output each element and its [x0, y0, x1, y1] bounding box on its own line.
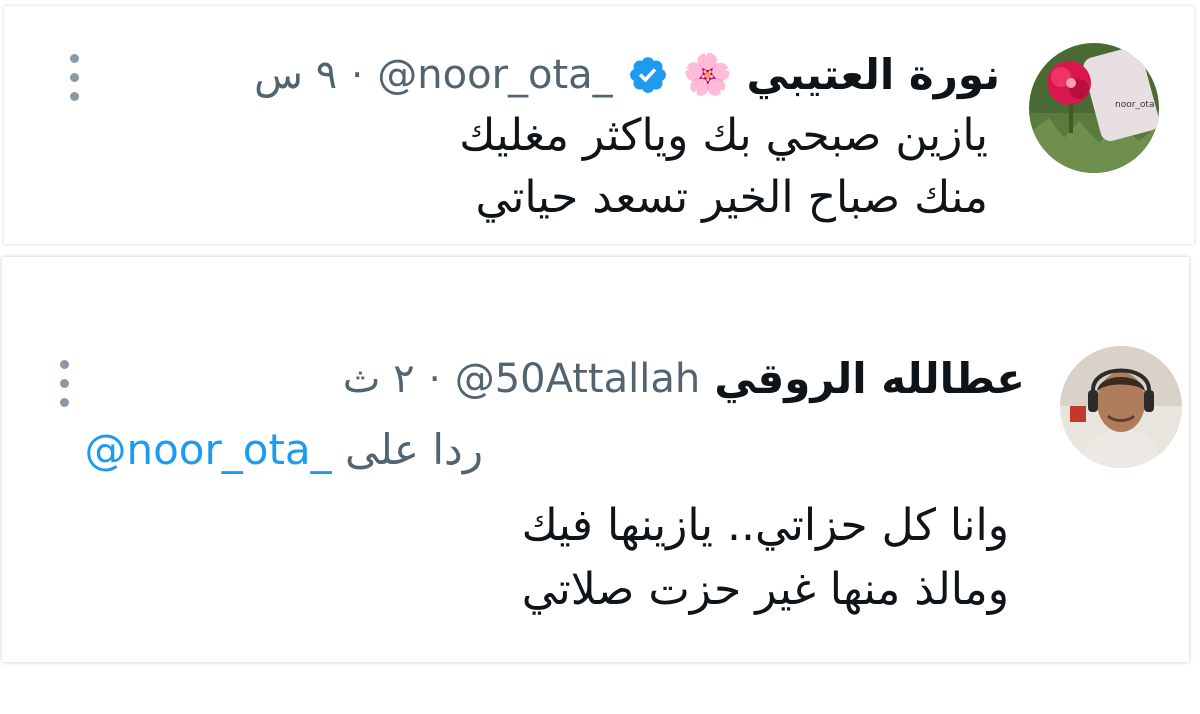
tweet-header: نورة العتيبي 🌸 @noor_ota_ · ٩ س — [254, 50, 1000, 99]
tweet-text-line: يازين صبحي بك وياكثر مغليك — [459, 110, 988, 161]
avatar[interactable]: noor_ota — [1029, 43, 1159, 173]
tweet-timestamp[interactable]: ٢ ث — [343, 356, 415, 402]
tweet-header: عطالله الروقي @50Attallah · ٢ ث — [343, 354, 1025, 403]
separator-dot: · — [351, 52, 364, 97]
tweet-text-line: ومالذ منها غير حزت صلاتي — [521, 564, 1009, 615]
author-handle[interactable]: @noor_ota_ — [377, 52, 612, 98]
verified-badge-icon — [629, 56, 666, 93]
more-options-icon[interactable] — [58, 360, 70, 407]
tweet-text-line: منك صباح الخير تسعد حياتي — [475, 172, 988, 223]
tweet-card-2[interactable]: عطالله الروقي @50Attallah · ٢ ث ردا على … — [2, 257, 1189, 662]
author-handle[interactable]: @50Attallah — [455, 356, 701, 402]
tweet-timestamp[interactable]: ٩ س — [254, 52, 337, 98]
replying-to: ردا على @noor_ota_ — [84, 425, 483, 474]
replying-prefix: ردا على — [345, 425, 483, 474]
separator-dot: · — [428, 356, 441, 401]
tweet-card-1[interactable]: noor_ota نورة العتيبي 🌸 @noor_ota_ · ٩ س… — [4, 6, 1194, 244]
cherry-blossom-emoji: 🌸 — [682, 51, 733, 98]
author-name[interactable]: نورة العتيبي — [747, 50, 1001, 99]
tweet-text: وانا كل حزاتي.. يازينها فيك ومالذ منها غ… — [522, 494, 1009, 622]
author-name[interactable]: عطالله الروقي — [714, 354, 1025, 403]
more-options-icon[interactable] — [68, 54, 80, 101]
svg-text:noor_ota: noor_ota — [1115, 100, 1154, 110]
replying-mention-link[interactable]: @noor_ota_ — [84, 425, 331, 474]
avatar[interactable] — [1060, 346, 1182, 468]
tweet-text-line: وانا كل حزاتي.. يازينها فيك — [521, 500, 1009, 551]
tweet-text: يازين صبحي بك وياكثر مغليك منك صباح الخي… — [459, 105, 988, 229]
